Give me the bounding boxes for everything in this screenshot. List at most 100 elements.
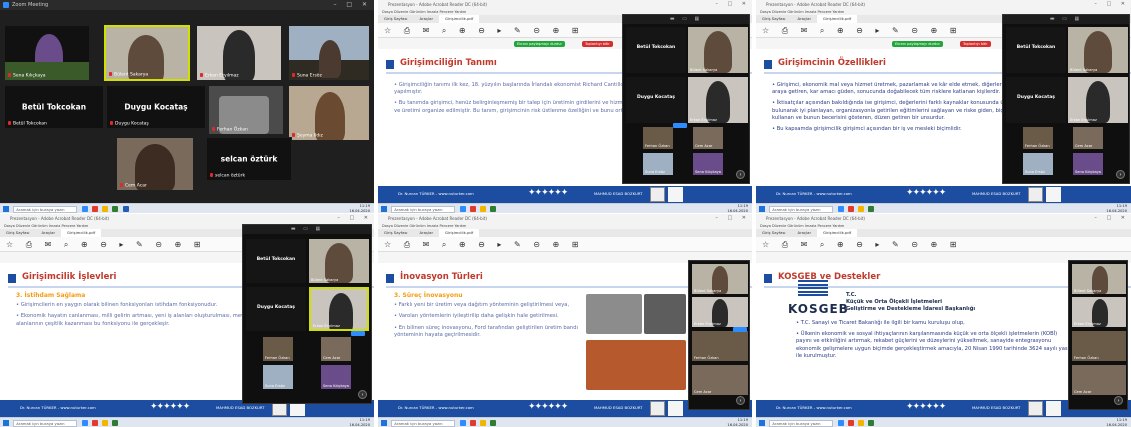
video-tile[interactable]: Cem Acar <box>693 127 723 149</box>
panel-controls[interactable]: ▬ ▭ ▦ <box>1003 15 1129 24</box>
zoom-app-icon[interactable] <box>837 420 844 426</box>
tab-tools[interactable]: Araçlar <box>413 230 439 235</box>
raise-hand-chip[interactable] <box>351 331 365 336</box>
video-tile[interactable]: Erkan Eryılmaz <box>692 297 748 327</box>
tab-tools[interactable]: Araçlar <box>791 230 817 235</box>
video-tile-active-speaker[interactable]: Erkan Eryılmaz <box>309 287 369 331</box>
viewer-toolbar[interactable]: ☆ ⎙ ✉ ⌕ ⊕ ⊖ ▸ ✎ ⊝ ⊕ ⊞ <box>756 237 1131 252</box>
tab-home[interactable]: Giriş Sayfası <box>756 16 791 21</box>
window-controls[interactable]: – □ ✕ <box>333 0 371 10</box>
video-tile[interactable]: Suna Ersöz <box>263 365 293 389</box>
raise-hand-chip[interactable] <box>673 123 687 128</box>
raise-hand-chip[interactable] <box>733 327 747 332</box>
video-tile[interactable]: Bülent Sakarya <box>1072 264 1126 294</box>
video-tile[interactable]: Şeyma Ildız <box>288 85 370 141</box>
video-tile[interactable]: Bülent Sakarya <box>1068 27 1128 73</box>
folder-icon[interactable] <box>480 206 487 212</box>
tab-tools[interactable]: Araçlar <box>413 16 439 21</box>
video-tile[interactable]: Duygu Kocataş Duygu Kocataş <box>106 85 206 129</box>
windows-start-icon[interactable] <box>3 206 9 212</box>
zoom-app-icon[interactable] <box>837 206 844 212</box>
zoom-app-icon[interactable] <box>459 206 466 212</box>
folder-icon[interactable] <box>858 206 865 212</box>
windows-start-icon[interactable] <box>759 206 765 212</box>
zoom-floating-panel[interactable]: ▬ ▭ ▦ Betül Tokcokan Bülent Sakarya Duyg… <box>242 224 372 404</box>
next-page-icon[interactable]: › <box>736 170 745 179</box>
video-tile[interactable]: Ferhan Özkan <box>263 337 293 361</box>
excel-icon[interactable] <box>490 206 497 212</box>
video-tile[interactable]: Ferhan Özkan <box>1072 331 1126 361</box>
video-tile-active-speaker[interactable]: Bülent Sakarya <box>104 25 190 81</box>
stop-share-button[interactable]: Toplantıyı bitir <box>582 41 613 47</box>
tab-home[interactable]: Giriş Sayfası <box>378 16 413 21</box>
tab-document[interactable]: Girişimcilik.pdf <box>817 229 858 237</box>
folder-icon[interactable] <box>480 420 487 426</box>
excel-icon[interactable] <box>868 206 875 212</box>
share-status-button[interactable]: Ekranı paylaşmayı durdur <box>514 41 565 47</box>
next-page-icon[interactable]: › <box>1114 396 1123 405</box>
acrobat-icon[interactable] <box>847 420 854 426</box>
window-controls[interactable]: – □ ✕ <box>715 214 750 223</box>
tab-tools[interactable]: Araçlar <box>35 230 61 235</box>
tab-tools[interactable]: Araçlar <box>791 16 817 21</box>
viewer-toolbar[interactable]: ☆ ⎙ ✉ ⌕ ⊕ ⊖ ▸ ✎ ⊝ ⊕ ⊞ <box>378 237 752 252</box>
windows-start-icon[interactable] <box>381 206 387 212</box>
acrobat-icon[interactable] <box>469 420 476 426</box>
video-tile[interactable]: Ferhan Özkan <box>643 127 673 149</box>
acrobat-icon[interactable] <box>91 420 98 426</box>
video-tile[interactable]: Suna Ersöz <box>288 25 370 81</box>
zoom-floating-panel[interactable]: Bülent Sakarya Erkan Eryılmaz Ferhan Özk… <box>1068 260 1128 410</box>
taskbar-search[interactable]: Aramak için buraya yazın <box>13 419 78 427</box>
windows-start-icon[interactable] <box>381 420 387 426</box>
acrobat-icon[interactable] <box>847 206 854 212</box>
video-tile[interactable]: Betül Tokcokan <box>246 239 306 283</box>
video-tile[interactable]: Sena Kılıçkaya <box>321 365 351 389</box>
video-tile[interactable]: Erkan Eryılmaz <box>1068 77 1128 123</box>
excel-icon[interactable] <box>490 420 497 426</box>
video-tile[interactable]: Ferhan Özkan <box>1023 127 1053 149</box>
video-tile[interactable]: Sena Kılıçkaya <box>4 25 90 81</box>
taskbar-search[interactable]: Aramak için buraya yazın <box>391 419 456 427</box>
window-controls[interactable]: – □ ✕ <box>715 0 750 9</box>
window-controls[interactable]: – □ ✕ <box>337 214 372 223</box>
video-tile[interactable]: Erkan Eryılmaz <box>688 77 748 123</box>
zoom-floating-panel[interactable]: ▬ ▭ ▦ Betül Tokcokan Bülent Sakarya Duyg… <box>622 14 750 184</box>
video-tile[interactable]: Sena Kılıçkaya <box>693 153 723 175</box>
video-tile[interactable]: Ferhan Özkan <box>208 85 284 135</box>
excel-icon[interactable] <box>112 420 119 426</box>
zoom-floating-panel[interactable]: ▬ ▭ ▦ Betül Tokcokan Bülent Sakarya Duyg… <box>1002 14 1130 184</box>
window-controls[interactable]: – □ ✕ <box>1094 0 1129 9</box>
video-tile[interactable]: Sena Kılıçkaya <box>1073 153 1103 175</box>
video-tile[interactable]: Suna Ersöz <box>1023 153 1053 175</box>
next-page-icon[interactable]: › <box>736 396 745 405</box>
video-tile[interactable]: Betül Tokcokan <box>1006 27 1066 73</box>
acrobat-icon[interactable] <box>91 206 98 212</box>
video-tile[interactable]: Duygu Kocataş <box>626 77 686 123</box>
taskbar-search[interactable]: Aramak için buraya yazın <box>13 205 78 213</box>
video-tile[interactable]: Cem Acar <box>321 337 351 361</box>
tab-home[interactable]: Giriş Sayfası <box>0 230 35 235</box>
zoom-app-icon[interactable] <box>459 420 466 426</box>
tab-document[interactable]: Girişimcilik.pdf <box>439 15 480 23</box>
stop-share-button[interactable]: Toplantıyı bitir <box>960 41 991 47</box>
tab-document[interactable]: Girişimcilik.pdf <box>817 15 858 23</box>
panel-controls[interactable]: ▬ ▭ ▦ <box>243 225 371 234</box>
video-tile[interactable]: Suna Ersöz <box>643 153 673 175</box>
video-tile[interactable]: Betül Tokcokan <box>626 27 686 73</box>
tab-home[interactable]: Giriş Sayfası <box>378 230 413 235</box>
video-tile[interactable]: Cem Acar <box>1073 127 1103 149</box>
video-tile[interactable]: Duygu Kocataş <box>246 287 306 331</box>
video-tile[interactable]: Erkan Eryılmaz <box>196 25 282 81</box>
next-page-icon[interactable]: › <box>1116 170 1125 179</box>
taskbar-search[interactable]: Aramak için buraya yazın <box>769 419 834 427</box>
windows-start-icon[interactable] <box>3 420 9 426</box>
folder-icon[interactable] <box>102 206 109 212</box>
excel-icon[interactable] <box>868 420 875 426</box>
zoom-floating-panel[interactable]: Bülent Sakarya Erkan Eryılmaz Ferhan Özk… <box>688 260 750 410</box>
window-controls[interactable]: – □ ✕ <box>1094 214 1129 223</box>
tab-document[interactable]: Girişimcilik.pdf <box>439 229 480 237</box>
video-tile[interactable]: Cem Acar <box>116 137 194 191</box>
excel-icon[interactable] <box>112 206 119 212</box>
share-status-button[interactable]: Ekranı paylaşmayı durdur <box>892 41 943 47</box>
zoom-app-icon[interactable] <box>81 206 88 212</box>
